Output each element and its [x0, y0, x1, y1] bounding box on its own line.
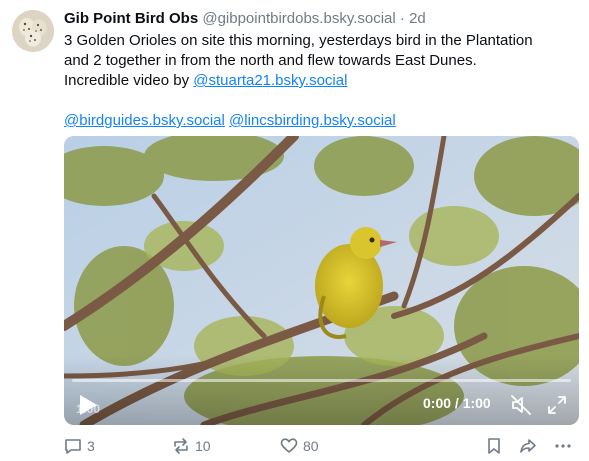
post-text-line-3-text: Incredible video by: [64, 72, 194, 89]
video-time: 0:00 / 1:00: [423, 395, 491, 411]
reply-count: 3: [87, 438, 95, 454]
mention-lincsbirding[interactable]: @lincsbirding.bsky.social: [229, 112, 396, 129]
bookmark-icon: [488, 438, 500, 454]
like-button[interactable]: 80: [280, 436, 319, 456]
repost-arrows-icon: [174, 438, 188, 454]
video-controls: [64, 355, 579, 425]
post-text-line-3: Incredible video by @stuarta21.bsky.soci…: [64, 71, 580, 91]
heart-icon: [280, 438, 298, 453]
reply-button[interactable]: 3: [64, 436, 95, 456]
speaker-muted-icon: [511, 395, 531, 415]
author-name[interactable]: Gib Point Bird Obs: [64, 10, 198, 27]
video-player[interactable]: 1:00 0:00 / 1:00: [64, 136, 579, 425]
speech-bubble-icon: [65, 439, 81, 454]
like-count: 80: [303, 438, 319, 454]
avatar-eggs-image: [12, 10, 54, 52]
more-dots-icon: [555, 444, 571, 448]
post-card[interactable]: Gib Point Bird Obs @gibpointbirdobs.bsky…: [0, 0, 589, 461]
separator-dot: ·: [399, 10, 405, 27]
video-progress-bar[interactable]: [72, 379, 571, 382]
repost-button[interactable]: 10: [172, 436, 211, 456]
mention-stuarta21[interactable]: @stuarta21.bsky.social: [193, 72, 347, 89]
post-body: 3 Golden Orioles on site this morning, y…: [64, 31, 580, 131]
fullscreen-icon: [548, 396, 566, 414]
mentions-line: @birdguides.bsky.social @lincsbirding.bs…: [64, 111, 580, 131]
more-options-button[interactable]: [554, 436, 572, 456]
post-text-line-1: 3 Golden Orioles on site this morning, y…: [64, 32, 533, 49]
repost-count: 10: [195, 438, 211, 454]
mute-button[interactable]: [510, 394, 532, 416]
author-handle[interactable]: @gibpointbirdobs.bsky.social: [202, 10, 395, 27]
post-header: Gib Point Bird Obs @gibpointbirdobs.bsky…: [64, 9, 584, 29]
post-age[interactable]: 2d: [409, 10, 426, 27]
share-button[interactable]: [519, 436, 537, 456]
fullscreen-button[interactable]: [546, 394, 568, 416]
share-arrow-icon: [520, 439, 536, 453]
post-text-line-2: and 2 together in from the north and fle…: [64, 52, 477, 69]
post-actions: 3 10 80: [64, 436, 579, 456]
bookmark-button[interactable]: [485, 436, 503, 456]
avatar[interactable]: [12, 10, 54, 52]
mention-birdguides[interactable]: @birdguides.bsky.social: [64, 112, 225, 129]
video-duration-overlay: 1:00: [76, 402, 101, 416]
